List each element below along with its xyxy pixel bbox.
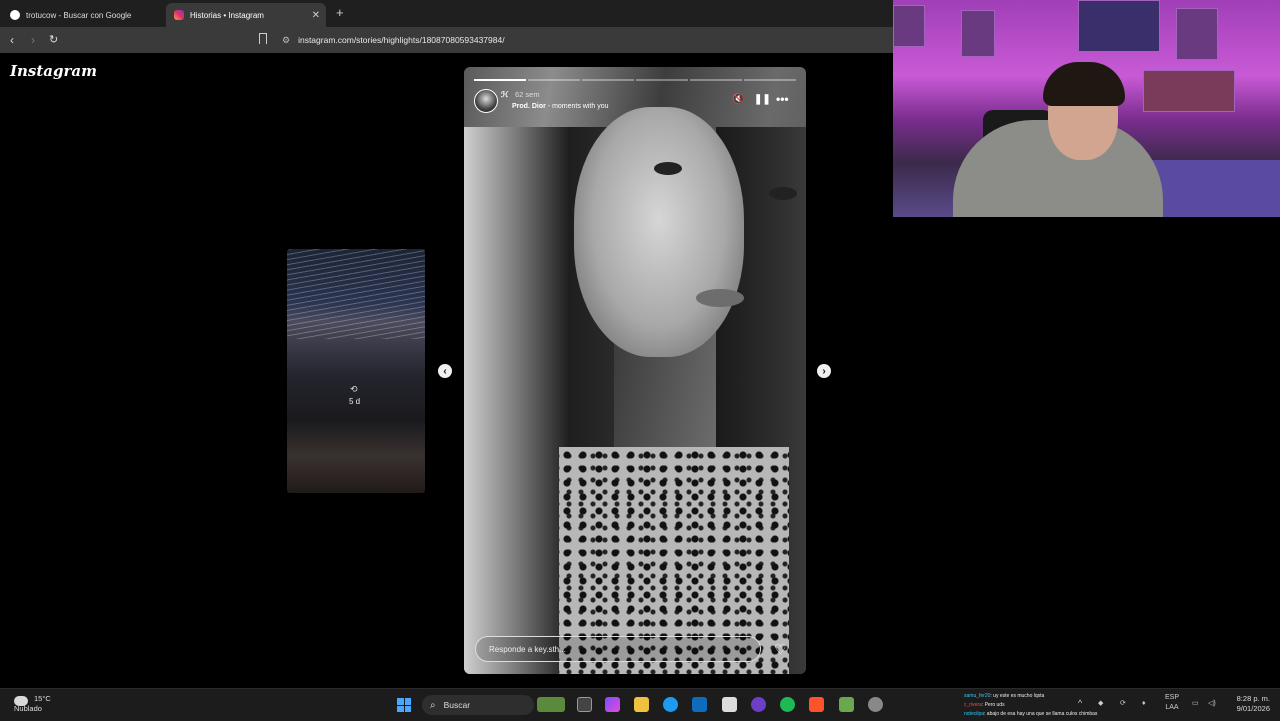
mic-tray-icon[interactable]: ♦	[1142, 699, 1146, 709]
previous-story-avatar-icon: ⟲	[350, 384, 358, 394]
lang-top: ESP	[1164, 694, 1179, 701]
search-label: Buscar	[443, 700, 471, 710]
tab-label: Historias • Instagram	[190, 10, 264, 20]
progress-segment	[690, 79, 742, 81]
new-tab-button[interactable]: +	[336, 5, 344, 20]
story-viewer[interactable]: ℋ 62 sem Prod. Dior - moments with you 🔇…	[464, 67, 806, 674]
story-photo-detail	[654, 162, 682, 175]
story-preview-image	[287, 249, 425, 339]
chat-user: c_rivera	[964, 702, 982, 708]
wall-poster	[961, 10, 995, 57]
browser-toolbar: ‹ › ↻ ⚙ instagram.com/stories/highlights…	[0, 27, 893, 53]
windows-start-icon[interactable]	[397, 698, 411, 712]
next-story-arrow-icon[interactable]: ›	[817, 364, 831, 378]
previous-story-card[interactable]	[287, 249, 425, 493]
outlook-icon[interactable]	[692, 697, 707, 712]
clock-date: 9/01/2026	[1236, 704, 1270, 713]
story-photo-detail	[696, 289, 744, 307]
edge-icon[interactable]	[663, 697, 678, 712]
tab-label: trotucow - Buscar con Google	[26, 10, 132, 20]
chat-message: : abajo de esa hay una que se llama culo…	[984, 711, 1098, 717]
chevron-up-icon[interactable]: ^	[1078, 698, 1082, 708]
copilot-icon[interactable]	[605, 697, 620, 712]
spotify-icon[interactable]	[780, 697, 795, 712]
like-heart-icon[interactable]: ♡	[774, 641, 787, 658]
messenger-icon[interactable]	[751, 697, 766, 712]
task-view-icon[interactable]	[577, 697, 592, 712]
bed	[1143, 160, 1280, 217]
story-photo-face	[574, 107, 744, 357]
chat-message: : Pero uds	[981, 702, 1005, 708]
file-explorer-icon[interactable]	[634, 697, 649, 712]
pause-icon[interactable]: ❚❚	[754, 94, 771, 105]
avatar[interactable]	[474, 89, 498, 113]
previous-story-arrow-icon[interactable]: ‹	[438, 364, 452, 378]
forward-icon[interactable]: ›	[31, 33, 35, 47]
progress-segment	[744, 79, 796, 81]
settings-icon[interactable]	[868, 697, 883, 712]
clock-time: 8:28 p. m.	[1236, 694, 1270, 703]
mute-icon[interactable]: 🔇	[732, 94, 744, 105]
story-photo-detail	[769, 187, 797, 200]
progress-segment	[636, 79, 688, 81]
address-bar[interactable]: ⚙ instagram.com/stories/highlights/18087…	[282, 31, 882, 49]
weather-temp: 15°C	[34, 694, 51, 703]
network-tray-icon[interactable]: ◆	[1098, 699, 1103, 709]
taskbar-search[interactable]: ⌕ Buscar	[422, 695, 534, 715]
story-progress-bar	[474, 79, 796, 81]
cloud-icon	[14, 696, 28, 706]
tab-google-search[interactable]: trotucow - Buscar con Google	[2, 3, 162, 27]
language-indicator[interactable]: ESP LAA	[1162, 693, 1182, 713]
reply-placeholder: Responde a key.sth...	[489, 644, 566, 654]
lang-bottom: LAA	[1165, 704, 1179, 711]
close-tab-icon[interactable]: ✕	[312, 10, 320, 21]
google-icon	[10, 10, 20, 20]
person-hair	[1043, 62, 1125, 106]
progress-segment	[474, 79, 526, 81]
wifi-icon[interactable]: ▭	[1192, 699, 1199, 709]
reload-icon[interactable]: ↻	[49, 33, 58, 46]
chat-line: notecilpa: abajo de esa hay una que se l…	[964, 710, 1097, 719]
story-time: 62 sem	[515, 90, 540, 99]
system-clock[interactable]: 8:28 p. m. 9/01/2026	[1222, 694, 1270, 714]
wall-poster	[893, 5, 925, 47]
chat-message: : uy este es mucho lqsta	[990, 693, 1045, 699]
instagram-icon	[174, 10, 184, 20]
windows-taskbar: 15°C Nublado ⌕ Buscar samu_fer20: uy est…	[0, 688, 1280, 721]
tab-instagram-stories[interactable]: Historias • Instagram ✕	[166, 3, 326, 27]
story-music-label[interactable]: Prod. Dior - moments with you	[512, 103, 608, 110]
back-icon[interactable]: ‹	[10, 33, 14, 47]
music-artist: Prod. Dior	[512, 103, 546, 110]
more-options-icon[interactable]: •••	[776, 92, 789, 106]
chat-user: notecilpa	[964, 711, 985, 717]
music-title: - moments with you	[545, 103, 609, 110]
weather-widget[interactable]: 15°C Nublado	[14, 694, 51, 714]
wall-poster	[1143, 70, 1235, 112]
chat-user: samu_fer20	[964, 693, 991, 699]
brave-icon[interactable]	[809, 697, 824, 712]
wall-poster	[1078, 0, 1160, 52]
progress-segment	[582, 79, 634, 81]
progress-segment	[528, 79, 580, 81]
site-info-icon[interactable]: ⚙	[282, 35, 290, 46]
url-text: instagram.com/stories/highlights/1808708…	[298, 35, 505, 45]
sync-tray-icon[interactable]: ⟳	[1120, 699, 1126, 709]
scrollbar[interactable]	[1270, 217, 1280, 679]
store-icon[interactable]	[722, 697, 737, 712]
volume-icon[interactable]: ◁)	[1208, 699, 1216, 709]
story-username[interactable]: ℋ	[501, 90, 508, 99]
instagram-logo[interactable]: Instagram	[10, 62, 97, 80]
bookmark-icon[interactable]	[259, 33, 267, 44]
app-icon[interactable]	[839, 697, 854, 712]
wall-poster	[1176, 8, 1218, 60]
taskbar-widget-icon[interactable]	[537, 697, 565, 712]
reply-input[interactable]: Responde a key.sth...	[475, 636, 761, 662]
webcam-overlay	[893, 0, 1280, 217]
previous-story-time: 5 d	[349, 397, 361, 406]
search-icon: ⌕	[430, 699, 436, 711]
browser-tab-strip: trotucow - Buscar con Google Historias •…	[0, 0, 893, 27]
